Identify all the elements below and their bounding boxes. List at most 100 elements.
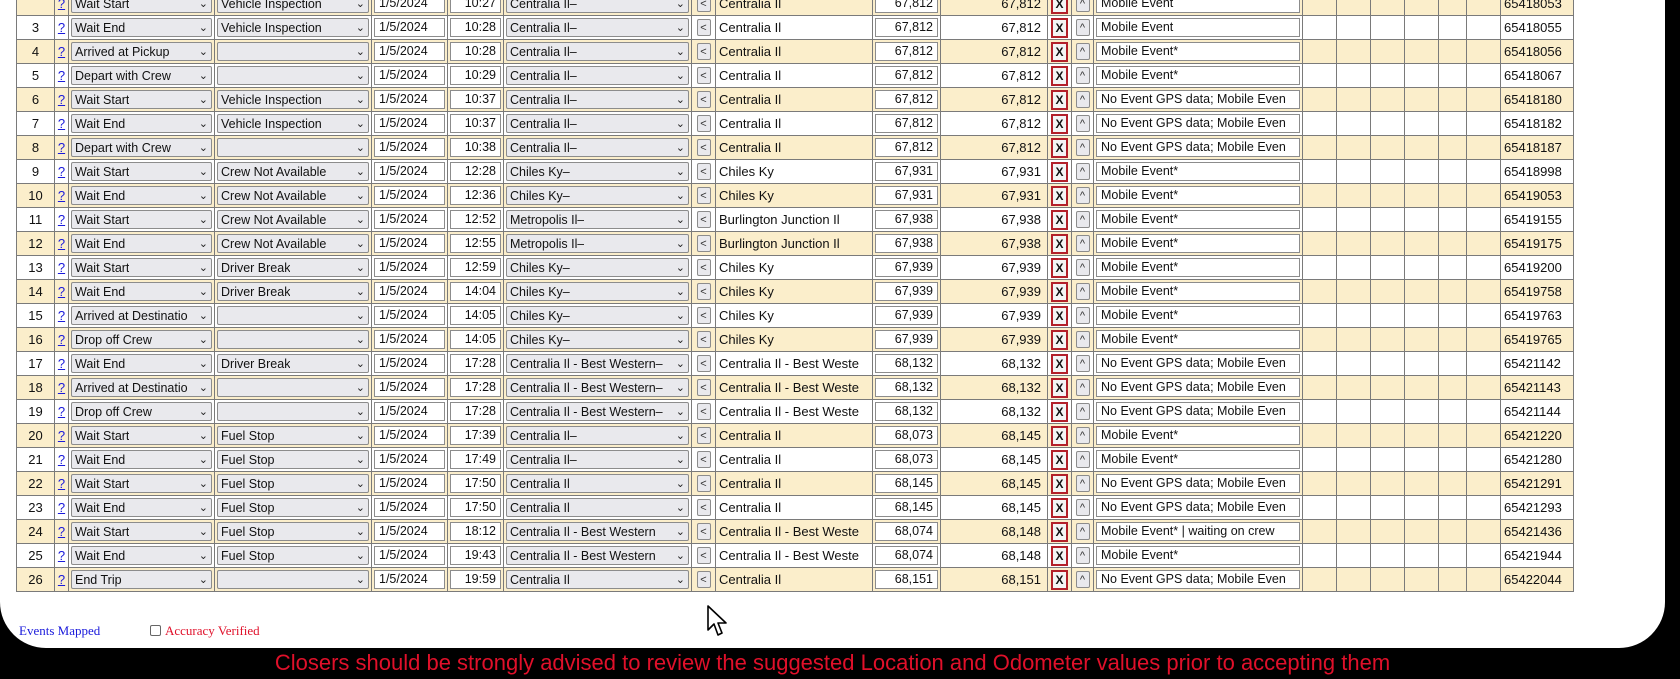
apply-location-button[interactable]: <: [696, 547, 711, 564]
location-select[interactable]: Centralia Il– ⌄: [506, 138, 689, 157]
reason-select[interactable]: Crew Not Available ⌄: [217, 234, 369, 253]
time-input[interactable]: 12:36: [450, 186, 501, 205]
time-input[interactable]: 12:28: [450, 162, 501, 181]
apply-location-button[interactable]: <: [696, 355, 711, 372]
move-up-button[interactable]: ^: [1075, 571, 1090, 588]
move-up-button[interactable]: ^: [1075, 475, 1090, 492]
move-up-button[interactable]: ^: [1075, 19, 1090, 36]
location-select[interactable]: Centralia Il - Best Western– ⌄: [506, 402, 689, 421]
help-link[interactable]: ?: [58, 548, 65, 563]
reason-select[interactable]: Fuel Stop ⌄: [217, 546, 369, 565]
move-up-button[interactable]: ^: [1075, 43, 1090, 60]
date-input[interactable]: 1/5/2024: [374, 354, 445, 373]
odometer-input[interactable]: 67,939: [875, 330, 938, 349]
location-select[interactable]: Centralia Il - Best Western– ⌄: [506, 354, 689, 373]
help-link[interactable]: ?: [58, 236, 65, 251]
move-up-button[interactable]: ^: [1075, 91, 1090, 108]
odometer-input[interactable]: 68,151: [875, 570, 938, 589]
delete-row-button[interactable]: X: [1051, 521, 1068, 542]
event-note-input[interactable]: Mobile Event*: [1096, 258, 1300, 277]
date-input[interactable]: 1/5/2024: [374, 474, 445, 493]
help-link[interactable]: ?: [58, 212, 65, 227]
event-note-input[interactable]: Mobile Event*: [1096, 426, 1300, 445]
date-input[interactable]: 1/5/2024: [374, 234, 445, 253]
date-input[interactable]: 1/5/2024: [374, 66, 445, 85]
move-up-button[interactable]: ^: [1075, 379, 1090, 396]
odometer-input[interactable]: 68,073: [875, 450, 938, 469]
apply-location-button[interactable]: <: [696, 523, 711, 540]
move-up-button[interactable]: ^: [1075, 187, 1090, 204]
delete-row-button[interactable]: X: [1051, 161, 1068, 182]
date-input[interactable]: 1/5/2024: [374, 162, 445, 181]
time-input[interactable]: 19:59: [450, 570, 501, 589]
reason-select[interactable]: Fuel Stop ⌄: [217, 474, 369, 493]
event-note-input[interactable]: Mobile Event*: [1096, 546, 1300, 565]
odometer-input[interactable]: 67,939: [875, 258, 938, 277]
event-type-select[interactable]: Wait End ⌄: [71, 354, 212, 373]
apply-location-button[interactable]: <: [696, 235, 711, 252]
reason-select[interactable]: ⌄: [217, 66, 369, 85]
accuracy-verified-box[interactable]: [150, 625, 161, 636]
odometer-input[interactable]: 67,812: [875, 18, 938, 37]
location-select[interactable]: Centralia Il– ⌄: [506, 0, 689, 13]
event-type-select[interactable]: Drop off Crew ⌄: [71, 402, 212, 421]
date-input[interactable]: 1/5/2024: [374, 138, 445, 157]
event-note-input[interactable]: No Event GPS data; Mobile Even: [1096, 498, 1300, 517]
move-up-button[interactable]: ^: [1075, 211, 1090, 228]
location-select[interactable]: Centralia Il– ⌄: [506, 66, 689, 85]
date-input[interactable]: 1/5/2024: [374, 282, 445, 301]
move-up-button[interactable]: ^: [1075, 307, 1090, 324]
help-link[interactable]: ?: [58, 68, 65, 83]
reason-select[interactable]: ⌄: [217, 42, 369, 61]
reason-select[interactable]: Vehicle Inspection ⌄: [217, 0, 369, 13]
date-input[interactable]: 1/5/2024: [374, 42, 445, 61]
delete-row-button[interactable]: X: [1051, 185, 1068, 206]
apply-location-button[interactable]: <: [696, 115, 711, 132]
delete-row-button[interactable]: X: [1051, 137, 1068, 158]
date-input[interactable]: 1/5/2024: [374, 258, 445, 277]
delete-row-button[interactable]: X: [1051, 377, 1068, 398]
time-input[interactable]: 10:27: [450, 0, 501, 13]
time-input[interactable]: 17:28: [450, 378, 501, 397]
date-input[interactable]: 1/5/2024: [374, 186, 445, 205]
time-input[interactable]: 18:12: [450, 522, 501, 541]
event-note-input[interactable]: No Event GPS data; Mobile Even: [1096, 90, 1300, 109]
help-link[interactable]: ?: [58, 428, 65, 443]
event-type-select[interactable]: Wait Start ⌄: [71, 258, 212, 277]
event-note-input[interactable]: Mobile Event*: [1096, 234, 1300, 253]
help-link[interactable]: ?: [58, 524, 65, 539]
apply-location-button[interactable]: <: [696, 19, 711, 36]
event-type-select[interactable]: Drop off Crew ⌄: [71, 330, 212, 349]
apply-location-button[interactable]: <: [696, 67, 711, 84]
reason-select[interactable]: ⌄: [217, 306, 369, 325]
date-input[interactable]: 1/5/2024: [374, 498, 445, 517]
event-note-input[interactable]: Mobile Event*: [1096, 282, 1300, 301]
reason-select[interactable]: Vehicle Inspection ⌄: [217, 18, 369, 37]
event-type-select[interactable]: Arrived at Destinatio ⌄: [71, 306, 212, 325]
odometer-input[interactable]: 68,132: [875, 378, 938, 397]
event-type-select[interactable]: Arrived at Destinatio ⌄: [71, 378, 212, 397]
location-select[interactable]: Centralia Il - Best Western ⌄: [506, 546, 689, 565]
time-input[interactable]: 10:37: [450, 114, 501, 133]
odometer-input[interactable]: 68,074: [875, 522, 938, 541]
delete-row-button[interactable]: X: [1051, 401, 1068, 422]
event-note-input[interactable]: Mobile Event*: [1096, 450, 1300, 469]
event-type-select[interactable]: Arrived at Pickup ⌄: [71, 42, 212, 61]
reason-select[interactable]: Crew Not Available ⌄: [217, 162, 369, 181]
event-note-input[interactable]: Mobile Event: [1096, 0, 1300, 13]
delete-row-button[interactable]: X: [1051, 473, 1068, 494]
reason-select[interactable]: Fuel Stop ⌄: [217, 522, 369, 541]
move-up-button[interactable]: ^: [1075, 331, 1090, 348]
delete-row-button[interactable]: X: [1051, 425, 1068, 446]
odometer-input[interactable]: 67,812: [875, 66, 938, 85]
odometer-input[interactable]: 67,812: [875, 42, 938, 61]
apply-location-button[interactable]: <: [696, 331, 711, 348]
event-note-input[interactable]: Mobile Event*: [1096, 330, 1300, 349]
event-note-input[interactable]: Mobile Event*: [1096, 66, 1300, 85]
reason-select[interactable]: ⌄: [217, 378, 369, 397]
help-link[interactable]: ?: [58, 356, 65, 371]
time-input[interactable]: 17:39: [450, 426, 501, 445]
help-link[interactable]: ?: [58, 500, 65, 515]
time-input[interactable]: 14:05: [450, 330, 501, 349]
move-up-button[interactable]: ^: [1075, 403, 1090, 420]
